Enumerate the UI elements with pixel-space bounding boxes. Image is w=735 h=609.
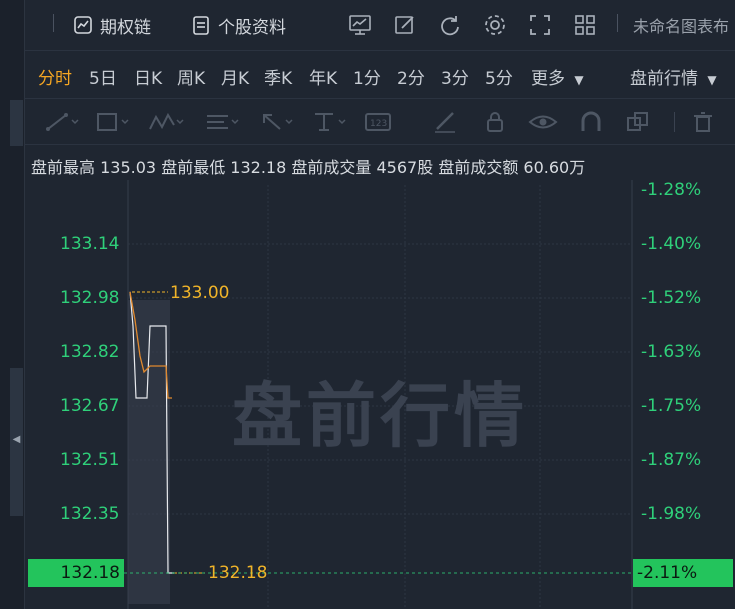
low-price-label: 132.18 (208, 563, 268, 583)
percent-tick-label: -1.28% (641, 180, 702, 200)
price-tick-label: 132.98 (60, 288, 120, 308)
price-tick-label: 132.67 (60, 396, 120, 416)
chart-watermark: 盘前行情 (232, 375, 528, 457)
price-tick-label: 132.35 (60, 504, 120, 524)
percent-tick-label: -1.87% (641, 450, 702, 470)
percent-tick-label: -1.52% (641, 288, 702, 308)
peak-price-label: 133.00 (170, 283, 230, 303)
price-tick-label: 132.51 (60, 450, 120, 470)
price-tick-label: 132.82 (60, 342, 120, 362)
current-percent-badge: -2.11% (633, 559, 733, 587)
current-price-badge: 132.18 (28, 559, 124, 587)
percent-tick-label: -1.75% (641, 396, 702, 416)
percent-tick-label: -1.98% (641, 504, 702, 524)
price-tick-label: 133.14 (60, 234, 120, 254)
percent-tick-label: -1.63% (641, 342, 702, 362)
percent-tick-label: -1.40% (641, 234, 702, 254)
